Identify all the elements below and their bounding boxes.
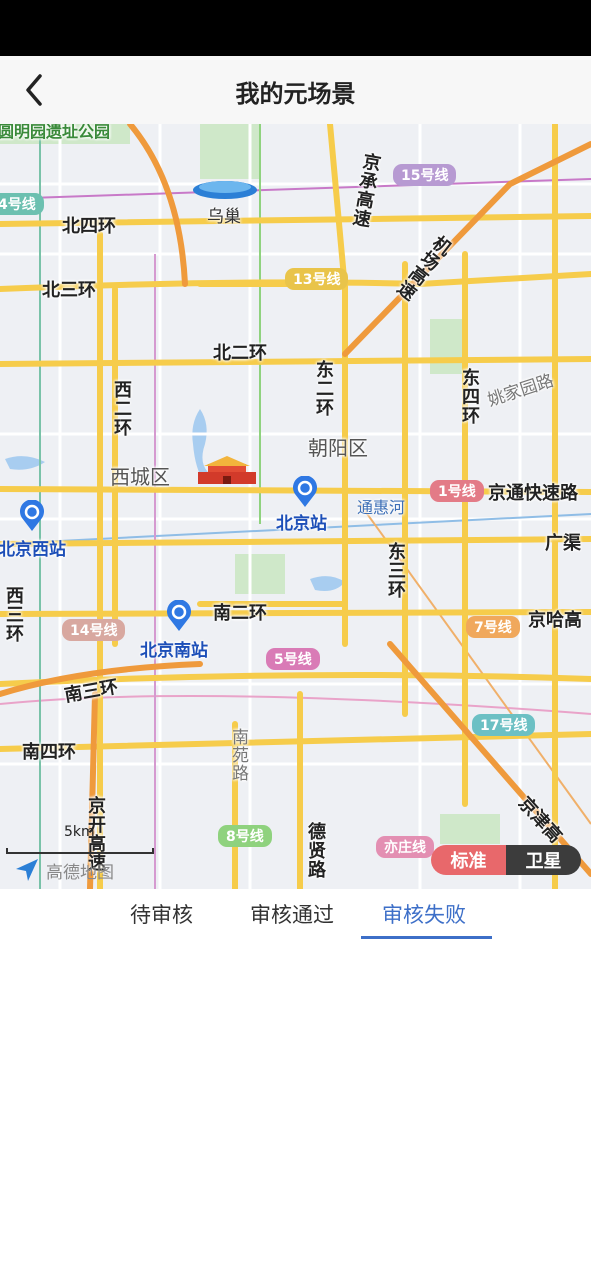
station-label: 北京站 xyxy=(276,514,327,534)
road-label: 京哈高 xyxy=(528,610,582,631)
metro-badge: 亦庄线 xyxy=(376,836,434,858)
poi-label: 圆明园遗址公园 xyxy=(0,124,111,141)
metro-badge: 13号线 xyxy=(285,268,349,290)
satellite-map-button[interactable]: 卫星 xyxy=(506,845,581,875)
train-station-icon[interactable] xyxy=(19,499,45,532)
metro-badge: 4号线 xyxy=(0,193,44,215)
metro-badge: 8号线 xyxy=(218,825,272,847)
status-bar xyxy=(0,0,591,56)
review-status-tabs: 待审核 审核通过 审核失败 xyxy=(0,889,591,941)
train-station-icon[interactable] xyxy=(292,475,318,508)
metro-badge: 17号线 xyxy=(472,714,536,736)
scale-label: 5km xyxy=(64,824,95,840)
metro-badge: 7号线 xyxy=(466,616,520,638)
standard-map-button[interactable]: 标准 xyxy=(431,845,506,875)
metro-badge: 5号线 xyxy=(266,648,320,670)
road-label: 北四环 xyxy=(62,216,116,237)
logo-text: 高德地图 xyxy=(46,862,114,883)
map-type-toggle: 标准 卫星 xyxy=(431,845,581,875)
tab-approved[interactable]: 审核通过 xyxy=(250,899,334,929)
station-label: 北京南站 xyxy=(140,641,208,661)
page-title: 我的元场景 xyxy=(235,80,356,108)
poi-label: 乌巢 xyxy=(207,207,241,227)
metro-badge: 15号线 xyxy=(393,164,457,186)
road-label: 东四环 xyxy=(459,368,480,425)
road-label: 东二环 xyxy=(313,360,334,417)
metro-badge: 14号线 xyxy=(62,619,126,641)
metro-badge: 1号线 xyxy=(430,480,484,502)
road-label: 北三环 xyxy=(42,280,96,301)
road-label: 北二环 xyxy=(213,343,267,364)
road-label: 西三环 xyxy=(3,586,24,643)
station-label: 北京西站 xyxy=(0,540,66,560)
amap-logo: 高德地图 xyxy=(14,857,114,883)
road-label: 南二环 xyxy=(213,603,267,624)
active-tab-indicator xyxy=(361,936,492,939)
road-label: 东三环 xyxy=(385,542,406,599)
tab-pending[interactable]: 待审核 xyxy=(130,899,193,929)
nav-bar: 我的元场景 xyxy=(0,56,591,124)
road-label: 南苑路 xyxy=(228,728,248,782)
map-view[interactable]: 西城区 朝阳区 北四环 北三环 北二环 南二环 南三环 南四环 西二环 东二环 … xyxy=(0,124,591,889)
bird-nest-icon xyxy=(192,176,258,200)
map-scale: 5km xyxy=(6,824,156,854)
river-label: 通惠河 xyxy=(357,498,406,517)
road-label: 京通快速路 xyxy=(488,483,578,504)
train-station-icon[interactable] xyxy=(166,599,192,632)
district-label: 朝阳区 xyxy=(308,436,368,460)
content-area xyxy=(0,941,591,1280)
navigation-arrow-icon xyxy=(16,859,38,881)
road-label: 广渠 xyxy=(545,533,581,554)
tiananmen-icon xyxy=(196,456,258,484)
road-label: 西二环 xyxy=(111,380,132,437)
road-label: 南四环 xyxy=(22,742,76,763)
tab-rejected[interactable]: 审核失败 xyxy=(382,899,466,929)
scale-bar xyxy=(6,848,154,854)
district-label: 西城区 xyxy=(110,465,170,489)
road-label: 德贤路 xyxy=(305,822,326,879)
